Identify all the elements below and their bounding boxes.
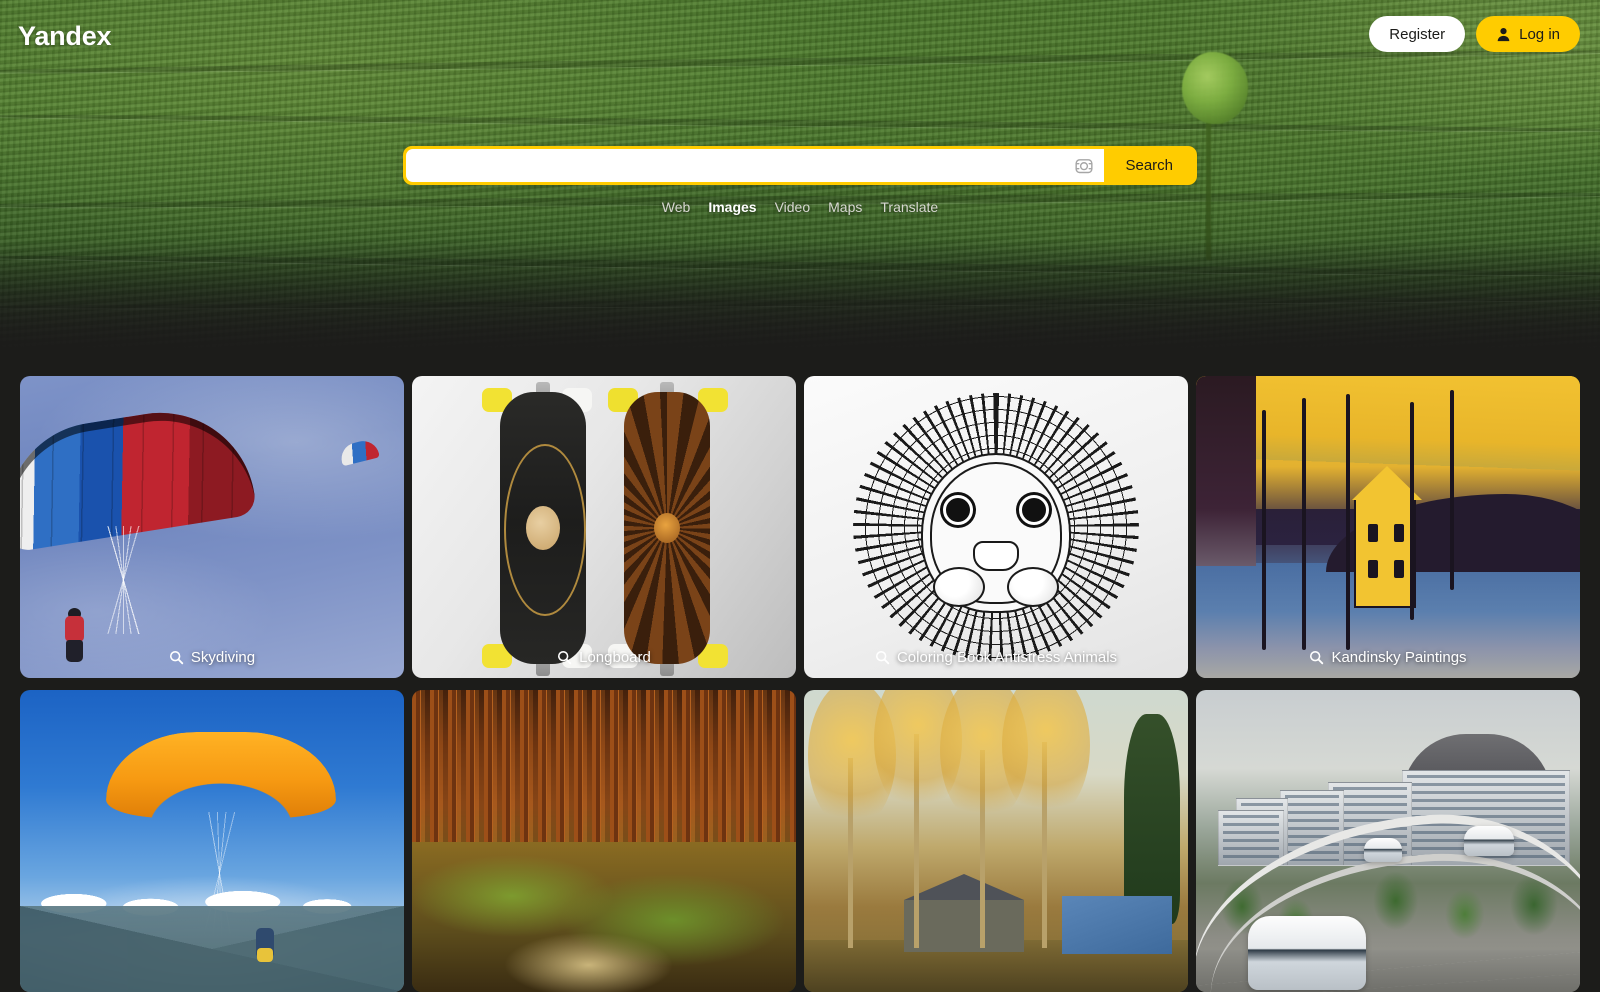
field-terrace-ridge	[0, 112, 1600, 134]
skydiver	[62, 608, 88, 664]
service-tabs: Web Images Video Maps Translate	[403, 198, 1197, 216]
tab-web[interactable]: Web	[662, 198, 691, 216]
image-tile-autumn-landscape[interactable]	[804, 690, 1188, 992]
search-button[interactable]: Search	[1104, 149, 1194, 182]
top-bar: Yandex Register Log in	[0, 0, 1600, 66]
painting-yellow-house	[1352, 466, 1422, 608]
register-button[interactable]: Register	[1369, 16, 1466, 52]
tab-images[interactable]: Images	[708, 198, 756, 216]
lion-eye-left	[943, 495, 973, 526]
hero-banner: Yandex Register Log in Search Web Images…	[0, 0, 1600, 358]
lion-muzzle-right	[1007, 567, 1059, 608]
longboard-photo	[412, 376, 796, 678]
longboard-deck-grip	[500, 392, 586, 664]
image-tile-longboard[interactable]: Longboard	[412, 376, 796, 678]
autumn-landscape-painting	[804, 690, 1188, 992]
monorail-pod	[1464, 826, 1514, 856]
tab-video[interactable]: Video	[775, 198, 811, 216]
search-area: Search Web Images Video Maps Translate	[403, 146, 1197, 216]
monorail-pod-foreground	[1248, 916, 1366, 990]
painting-dark-foliage	[1196, 376, 1256, 566]
painting-blue-barn	[1062, 896, 1172, 954]
user-icon	[1497, 27, 1510, 41]
lion-nose	[973, 541, 1019, 572]
lion-muzzle-left	[933, 567, 985, 608]
lion-eye-right	[1019, 495, 1049, 526]
paraglider-wing	[106, 732, 336, 818]
painting-wooden-house	[904, 874, 1024, 952]
coloring-book-lion-illustration	[804, 376, 1188, 678]
distant-parachute	[338, 437, 380, 467]
image-tile-monorail-city[interactable]	[1196, 690, 1580, 992]
auth-buttons: Register Log in	[1369, 14, 1580, 52]
search-bar: Search	[403, 146, 1197, 185]
monorail-pod	[1364, 838, 1402, 862]
camera-lens-search-icon[interactable]	[1074, 156, 1094, 176]
paragliding-photo	[20, 690, 404, 992]
cave-floor	[412, 842, 796, 992]
image-tile-kandinsky[interactable]: Kandinsky Paintings	[1196, 376, 1580, 678]
tab-translate[interactable]: Translate	[880, 198, 938, 216]
search-field[interactable]	[406, 149, 1105, 182]
image-tile-paragliding[interactable]	[20, 690, 404, 992]
kandinsky-painting	[1196, 376, 1580, 678]
paraglider-pilot	[256, 928, 274, 962]
image-tile-skydiving[interactable]: Skydiving	[20, 376, 404, 678]
cave-photo	[412, 690, 796, 992]
hero-bottom-fade	[0, 238, 1600, 358]
lion-face	[921, 453, 1071, 614]
yandex-logo[interactable]: Yandex	[18, 17, 112, 50]
image-tile-cave[interactable]	[412, 690, 796, 992]
login-button[interactable]: Log in	[1476, 16, 1580, 52]
fir-tree	[1124, 714, 1180, 924]
skydiving-photo	[20, 376, 404, 678]
login-button-label: Log in	[1519, 25, 1560, 43]
search-input[interactable]	[420, 149, 1075, 182]
mountain-range	[20, 906, 404, 992]
tab-maps[interactable]: Maps	[828, 198, 862, 216]
futuristic-monorail-render	[1196, 690, 1580, 992]
image-tile-coloring-book[interactable]: Coloring Book Antistress Animals	[804, 376, 1188, 678]
longboard-deck-wood	[624, 392, 710, 664]
